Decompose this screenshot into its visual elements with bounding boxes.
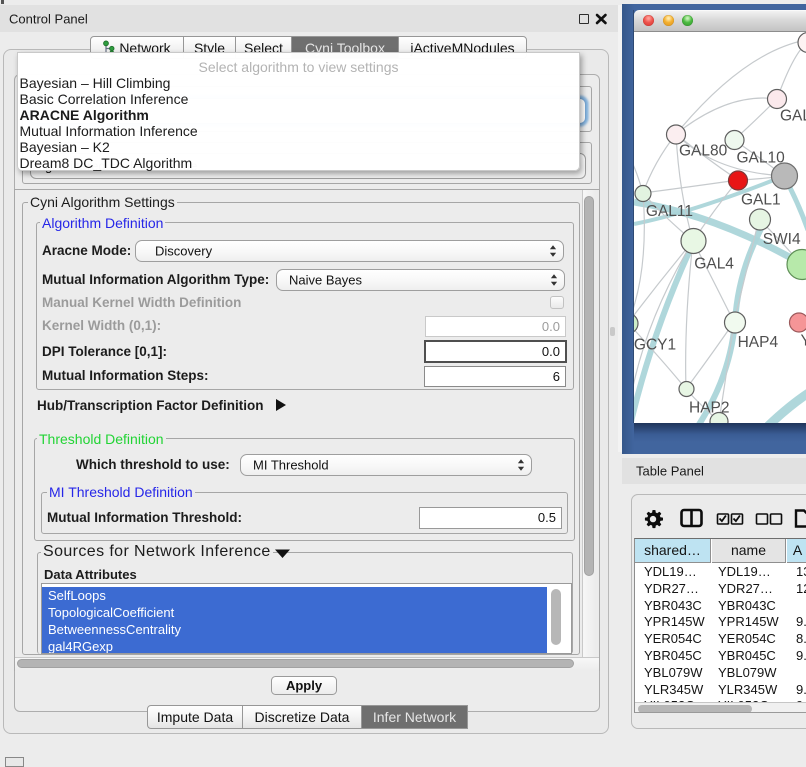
svg-text:GAL11: GAL11: [646, 203, 693, 220]
svg-text:HAP4: HAP4: [738, 334, 779, 351]
svg-text:SWI4: SWI4: [763, 231, 801, 248]
svg-text:GAL10: GAL10: [737, 150, 786, 167]
svg-text:GCY1: GCY1: [634, 337, 676, 354]
svg-text:GAL1: GAL1: [741, 191, 781, 208]
svg-text:GAL7: GAL7: [780, 108, 806, 125]
svg-text:GAL4: GAL4: [694, 255, 734, 272]
svg-text:HAP2: HAP2: [689, 400, 730, 417]
svg-text:Y: Y: [801, 333, 806, 350]
svg-text:GAL80: GAL80: [679, 143, 728, 160]
